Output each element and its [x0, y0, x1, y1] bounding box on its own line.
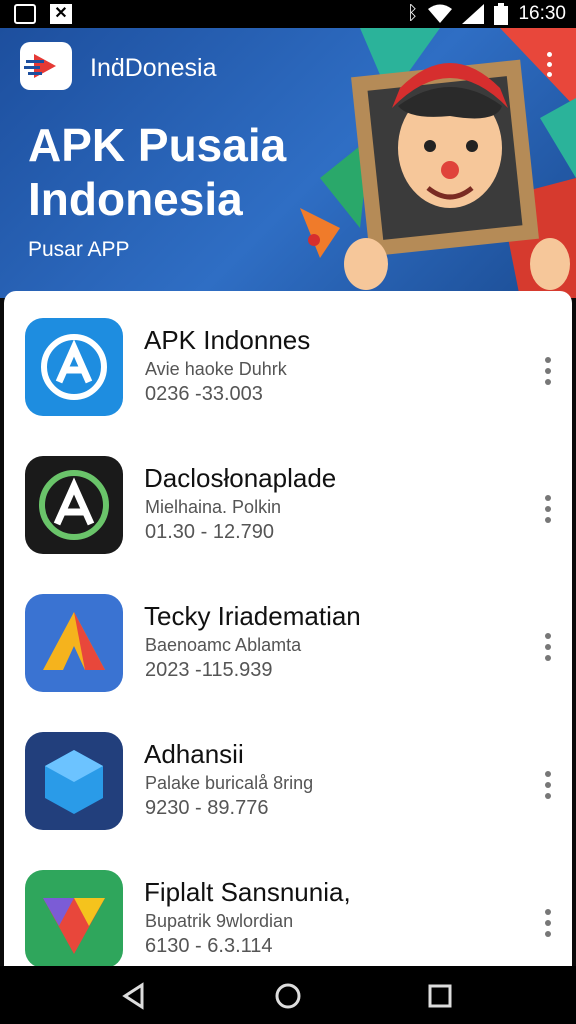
bluetooth-icon: ᛒ [407, 3, 419, 24]
app-name: APK Indonnes [144, 325, 311, 355]
app-name: Adhansii [144, 739, 244, 769]
app-developer: Mielhaina. Polkin [145, 497, 282, 517]
app-developer: Bupatrik 9wlordian [145, 911, 294, 931]
app-list-item[interactable]: Tecky Iriadematian Baenoamc Ablamta 2023… [4, 567, 572, 705]
hero-subtitle: Pusar APP [28, 238, 130, 261]
status-bar: ✕ ᛒ 16:30 [0, 0, 576, 28]
app-developer: Palake buricalå 8ring [145, 773, 314, 793]
app-list: APK Indonnes Avie haoke Duhrk 0236 -33.0… [4, 291, 572, 971]
image-notification-icon [14, 4, 36, 24]
x-notification-icon: ✕ [50, 4, 72, 24]
wifi-icon [428, 4, 453, 23]
item-menu-icon[interactable] [544, 909, 552, 942]
battery-icon [494, 3, 509, 25]
brand-name: InḋDonesia [90, 54, 217, 82]
dark-a-ring-icon [25, 456, 123, 554]
blue-cube-icon [25, 732, 123, 830]
home-icon[interactable] [274, 982, 302, 1010]
status-time: 16:30 [518, 3, 566, 24]
app-developer: Baenoamc Ablamta [145, 635, 302, 655]
app-logo [20, 42, 72, 90]
signal-icon [462, 4, 485, 24]
app-name: Tecky Iriadematian [144, 601, 361, 631]
item-menu-icon[interactable] [544, 771, 552, 804]
app-meta: 01.30 - 12.790 [145, 521, 274, 543]
app-meta: 6130 - 6.3.114 [145, 935, 273, 957]
item-menu-icon[interactable] [544, 357, 552, 390]
navigation-bar [0, 966, 576, 1024]
item-menu-icon[interactable] [544, 495, 552, 528]
app-name: Fiplalt Sansnunia, [144, 877, 351, 907]
app-list-item[interactable]: Daclosłonaplade Mielhaina. Polkin 01.30 … [4, 429, 572, 567]
mascot-illustration [300, 28, 576, 298]
app-list-item[interactable]: Adhansii Palake buricalå 8ring 9230 - 89… [4, 705, 572, 843]
app-list-item[interactable]: Fiplalt Sansnunia, Bupatrik 9wlordian 61… [4, 843, 572, 971]
green-gem-icon [25, 870, 123, 968]
app-meta: 2023 -115.939 [145, 659, 273, 681]
colorful-a-icon [25, 594, 123, 692]
recents-icon[interactable] [426, 982, 454, 1010]
app-meta: 9230 - 89.776 [145, 797, 269, 819]
app-developer: Avie haoke Duhrk [145, 359, 287, 379]
back-icon[interactable] [120, 982, 148, 1010]
overflow-menu-icon[interactable] [544, 52, 554, 82]
blue-a-circle-icon [25, 318, 123, 416]
item-menu-icon[interactable] [544, 633, 552, 666]
app-meta: 0236 -33.003 [145, 383, 263, 405]
app-header: InḋDonesia APK Pusaia Indonesia Pusar AP… [0, 28, 576, 298]
app-name: Daclosłonaplade [144, 463, 337, 493]
app-list-item[interactable]: APK Indonnes Avie haoke Duhrk 0236 -33.0… [4, 291, 572, 429]
